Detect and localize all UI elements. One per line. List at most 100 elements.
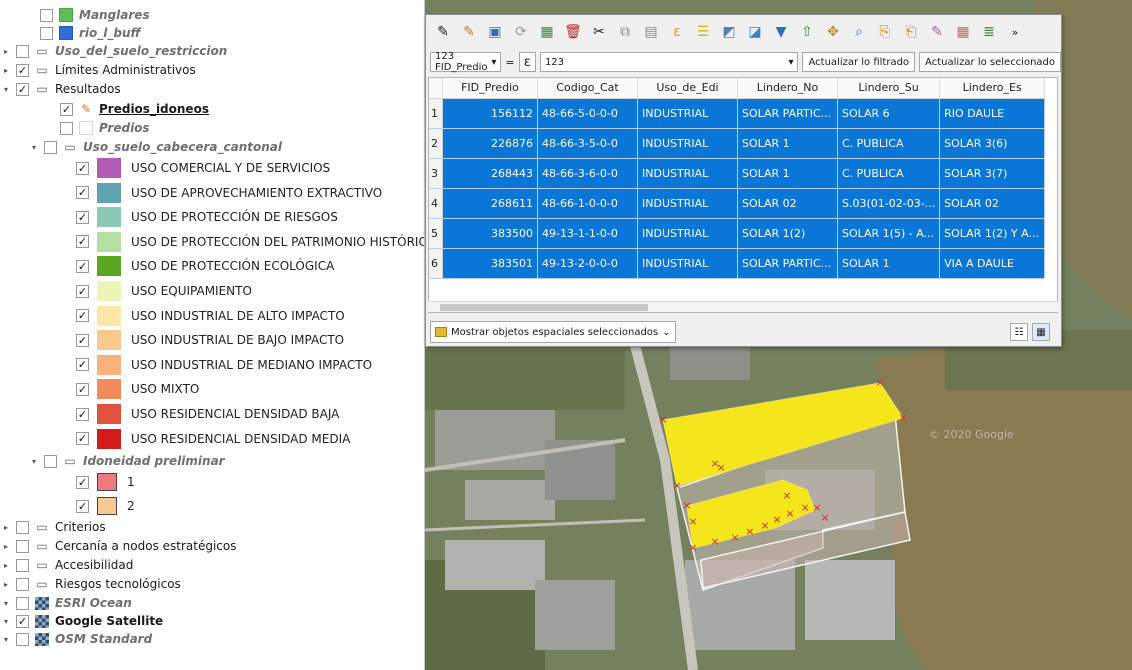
vertex-marker-icon[interactable]: × <box>682 499 691 512</box>
table-cell-codigo-cat[interactable]: 49-13-2-0-0-0 <box>537 248 638 279</box>
table-cell-lindero-no[interactable]: SOLAR 02 <box>737 188 838 219</box>
table-cell-fid-predio[interactable]: 226876 <box>442 128 538 159</box>
paste-rows-icon[interactable]: ⎗ <box>900 21 922 43</box>
legend-item-uso-industrial-de-alto-impacto[interactable]: USO INDUSTRIAL DE ALTO IMPACTO <box>0 304 424 328</box>
vertex-marker-icon[interactable]: × <box>875 376 884 389</box>
layer-row-uso-suelo-cabecera-cantonal[interactable]: ▾ ▭ Uso_suelo_cabecera_cantonal <box>0 138 424 156</box>
layer-visibility-checkbox[interactable] <box>16 632 29 646</box>
table-cell-lindero-es[interactable]: SOLAR 3(7) <box>939 158 1046 189</box>
row-number[interactable]: 3 <box>429 158 443 189</box>
collapse-arrow-icon[interactable]: ▾ <box>0 617 12 626</box>
layer-row-resultados[interactable]: ▾ ▭ Resultados <box>0 80 424 98</box>
column-header-lindero-no[interactable]: Lindero_No <box>737 78 838 99</box>
table-cell-lindero-no[interactable]: SOLAR 1(2) <box>737 218 838 249</box>
expand-arrow-icon[interactable]: ▸ <box>0 542 12 551</box>
table-cell-lindero-es[interactable]: VIA A DAULE <box>939 248 1046 279</box>
layer-row-osm-standard[interactable]: ▾ OSM Standard <box>0 630 424 648</box>
collapse-arrow-icon[interactable]: ▾ <box>28 457 40 466</box>
table-cell-lindero-su[interactable]: C. PUBLICA <box>837 128 941 159</box>
layer-visibility-checkbox[interactable] <box>16 520 29 534</box>
vertex-marker-icon[interactable]: × <box>760 519 769 532</box>
table-cell-lindero-no[interactable]: SOLAR PARTIC... <box>737 98 838 129</box>
table-row[interactable]: 4 268611 48-66-1-0-0-0 INDUSTRIAL SOLAR 02 S.… <box>429 188 1046 219</box>
column-header-uso-de-edi[interactable]: Uso_de_Edi <box>637 78 738 99</box>
table-cell-lindero-es[interactable]: SOLAR 1(2) Y A... <box>939 218 1046 249</box>
layer-visibility-checkbox[interactable] <box>16 82 29 96</box>
category-checkbox[interactable] <box>76 333 89 347</box>
conditional-format-icon[interactable]: ▦ <box>952 21 974 43</box>
legend-item-uso-de-proteccion-de-riesgos[interactable]: USO DE PROTECCIÓN DE RIESGOS <box>0 205 424 229</box>
legend-item-uso-de-aprovechamiento-extractivo[interactable]: USO DE APROVECHAMIENTO EXTRACTIVO <box>0 181 424 205</box>
delete-feature-icon[interactable]: 🗑 <box>562 21 584 43</box>
legend-item-uso-residencial-densidad-baja[interactable]: USO RESIDENCIAL DENSIDAD BAJA <box>0 402 424 426</box>
table-view-button[interactable]: ▦ <box>1032 323 1050 341</box>
deselect-icon[interactable]: ◪ <box>744 21 766 43</box>
table-cell-lindero-su[interactable]: C. PUBLICA <box>837 158 941 189</box>
layer-visibility-checkbox[interactable] <box>60 121 73 135</box>
vertex-marker-icon[interactable]: × <box>745 525 754 538</box>
toggle-edit-icon[interactable]: ✎ <box>432 21 454 43</box>
collapse-arrow-icon[interactable]: ▾ <box>0 85 12 94</box>
layer-row-accesibilidad[interactable]: ▸ ▭ Accesibilidad <box>0 556 424 574</box>
table-cell-fid-predio[interactable]: 268611 <box>442 188 538 219</box>
layer-row-limites-administrativos[interactable]: ▸ ▭ Límites Administrativos <box>0 61 424 79</box>
category-checkbox[interactable] <box>76 432 89 446</box>
layer-row-criterios[interactable]: ▸ ▭ Criterios <box>0 518 424 536</box>
layer-visibility-checkbox[interactable] <box>16 596 29 610</box>
vertex-marker-icon[interactable]: × <box>658 413 667 426</box>
table-cell-uso-de-edi[interactable]: INDUSTRIAL <box>637 248 738 279</box>
category-checkbox[interactable] <box>76 235 89 249</box>
expand-arrow-icon[interactable]: ▸ <box>0 561 12 570</box>
expand-arrow-icon[interactable]: ▸ <box>0 580 12 589</box>
expand-arrow-icon[interactable]: ▸ <box>0 47 12 56</box>
layer-row-riesgos-tecnologicos[interactable]: ▸ ▭ Riesgos tecnológicos <box>0 575 424 593</box>
table-cell-uso-de-edi[interactable]: INDUSTRIAL <box>637 218 738 249</box>
category-checkbox[interactable] <box>76 382 89 396</box>
category-checkbox[interactable] <box>76 475 89 489</box>
legend-item-idoneidad-2[interactable]: 2 <box>0 494 424 518</box>
copy-rows-icon[interactable]: ⎘ <box>874 21 896 43</box>
layer-visibility-checkbox[interactable] <box>40 8 53 22</box>
row-number[interactable]: 5 <box>429 218 443 249</box>
zoom-to-selection-icon[interactable]: ⌕ <box>848 21 870 43</box>
show-selected-features-button[interactable]: Mostrar objetos espaciales seleccionados… <box>430 321 676 343</box>
column-header-fid-predio[interactable]: FID_Predio <box>442 78 538 99</box>
vertex-marker-icon[interactable]: × <box>688 541 697 554</box>
add-feature-icon[interactable]: ▦ <box>536 21 558 43</box>
table-row[interactable]: 5 383500 49-13-1-1-0-0 INDUSTRIAL SOLAR 1(2)… <box>429 218 1046 249</box>
layer-visibility-checkbox[interactable] <box>60 102 73 116</box>
layer-row-predios-idoneos[interactable]: ✎ Predios_idoneos <box>0 100 424 118</box>
table-cell-uso-de-edi[interactable]: INDUSTRIAL <box>637 158 738 189</box>
multi-edit-icon[interactable]: ✎ <box>458 21 480 43</box>
table-cell-lindero-no[interactable]: SOLAR 1 <box>737 128 838 159</box>
legend-item-uso-mixto[interactable]: USO MIXTO <box>0 377 424 401</box>
legend-item-uso-industrial-de-mediano-impacto[interactable]: USO INDUSTRIAL DE MEDIANO IMPACTO <box>0 353 424 377</box>
filter-selected-icon[interactable]: ▼ <box>770 21 792 43</box>
table-cell-lindero-su[interactable]: SOLAR 6 <box>837 98 941 129</box>
category-checkbox[interactable] <box>76 186 89 200</box>
category-checkbox[interactable] <box>76 407 89 421</box>
table-cell-codigo-cat[interactable]: 48-66-3-6-0-0 <box>537 158 638 189</box>
layer-row-manglares[interactable]: Manglares <box>0 6 424 24</box>
invert-selection-icon[interactable]: ◩ <box>718 21 740 43</box>
table-row[interactable]: 3 268443 48-66-3-6-0-0 INDUSTRIAL SOLAR 1 C. … <box>429 158 1046 189</box>
layer-visibility-checkbox[interactable] <box>16 558 29 572</box>
layer-visibility-checkbox[interactable] <box>16 614 29 628</box>
vertex-marker-icon[interactable]: × <box>782 489 791 502</box>
cut-icon[interactable]: ✂ <box>588 21 610 43</box>
collapse-arrow-icon[interactable]: ▾ <box>0 635 12 644</box>
category-checkbox[interactable] <box>76 284 89 298</box>
table-cell-fid-predio[interactable]: 383501 <box>442 248 538 279</box>
vertex-marker-icon[interactable]: × <box>672 479 681 492</box>
table-cell-lindero-su[interactable]: SOLAR 1(5) - A... <box>837 218 941 249</box>
more-tools-icon[interactable]: » <box>1004 21 1026 43</box>
collapse-arrow-icon[interactable]: ▾ <box>0 599 12 608</box>
legend-item-idoneidad-1[interactable]: 1 <box>0 470 424 494</box>
table-cell-fid-predio[interactable]: 156112 <box>442 98 538 129</box>
attribute-grid[interactable]: FID_Predio Codigo_Cat Uso_de_Edi Lindero_No… <box>428 77 1058 313</box>
layer-visibility-checkbox[interactable] <box>16 63 29 77</box>
table-cell-lindero-es[interactable]: SOLAR 02 <box>939 188 1046 219</box>
category-checkbox[interactable] <box>76 499 89 513</box>
vertex-marker-icon[interactable]: × <box>730 531 739 544</box>
table-cell-codigo-cat[interactable]: 48-66-1-0-0-0 <box>537 188 638 219</box>
